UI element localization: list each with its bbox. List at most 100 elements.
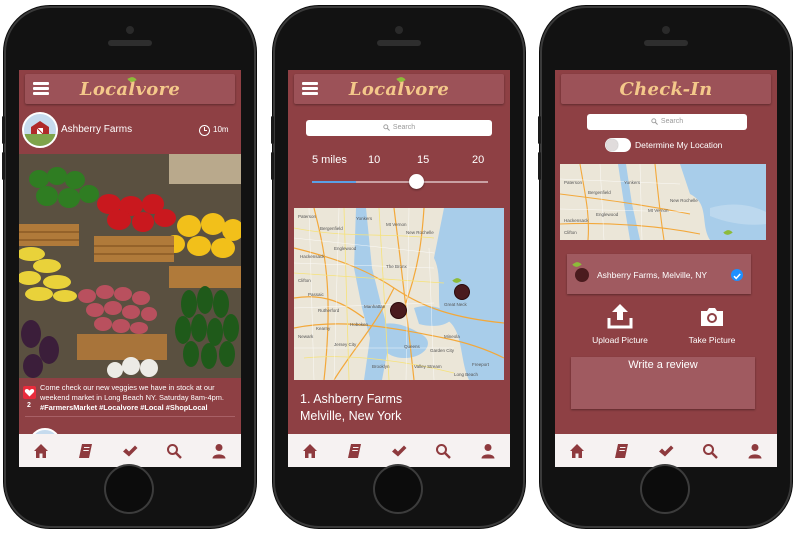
distance-label: 5 miles xyxy=(312,154,347,166)
tab-search[interactable] xyxy=(699,440,721,462)
map-label: Garden City xyxy=(430,348,455,353)
phone-checkin: Check-In Search Determine My Location Yo… xyxy=(538,6,792,528)
search-icon xyxy=(167,443,183,459)
checkin-map[interactable]: Yonkers New Rochelle Hackensack Paterson… xyxy=(560,164,766,240)
map-label: Yonkers xyxy=(624,180,641,185)
tab-checkin[interactable] xyxy=(655,440,677,462)
slider-tick-20: 20 xyxy=(472,154,485,166)
map-screen: Localvore Search 5 miles 10 15 20 Yonker… xyxy=(288,70,510,467)
slider-thumb[interactable] xyxy=(408,174,424,189)
home-button[interactable] xyxy=(106,466,152,512)
book-icon xyxy=(347,443,361,458)
home-button[interactable] xyxy=(375,466,421,512)
tab-profile[interactable] xyxy=(744,440,766,462)
map-label: Hoboken xyxy=(350,322,369,327)
check-icon xyxy=(733,273,741,280)
map-label: Passaic xyxy=(308,292,325,297)
toggle-knob xyxy=(606,139,618,151)
check-icon xyxy=(391,445,407,456)
distance-slider[interactable] xyxy=(312,174,488,190)
slider-tick-15: 15 xyxy=(417,154,430,166)
map-label: Yonkers xyxy=(356,216,373,221)
feed-screen: Localvore Ashberry Farms 10m 2 Come chec… xyxy=(19,70,241,467)
selected-location-name: Ashberry Farms, Melville, NY xyxy=(597,270,708,280)
volume-button xyxy=(538,152,541,180)
results-map[interactable]: Yonkers New Rochelle Mt Vernon Bergenfie… xyxy=(294,208,504,380)
checkmark-badge[interactable] xyxy=(731,269,743,281)
map-label: Englewood xyxy=(334,246,357,251)
avatar[interactable] xyxy=(22,112,58,148)
tab-home[interactable] xyxy=(299,440,321,462)
map-label: Mineola xyxy=(444,334,460,339)
checkin-screen: Check-In Search Determine My Location Yo… xyxy=(555,70,777,467)
volume-button xyxy=(538,116,541,144)
time-ago: 10m xyxy=(213,125,229,134)
search-input[interactable]: Search xyxy=(306,120,492,136)
tab-search[interactable] xyxy=(432,440,454,462)
tab-book[interactable] xyxy=(344,440,366,462)
upload-icon xyxy=(607,304,633,329)
tab-bar xyxy=(19,434,241,467)
tab-book[interactable] xyxy=(75,440,97,462)
tab-search[interactable] xyxy=(163,440,185,462)
map-label: Valley Stream xyxy=(414,364,442,369)
hashtags[interactable]: #FarmersMarket #Localvore #Local #ShopLo… xyxy=(40,403,208,412)
map-label: Brooklyn xyxy=(372,364,390,369)
like-button[interactable] xyxy=(23,386,36,399)
magnifier-icon xyxy=(383,124,390,131)
map-label: The Bronx xyxy=(386,264,408,269)
user-icon xyxy=(212,443,226,458)
phone-map: Localvore Search 5 miles 10 15 20 Yonker… xyxy=(271,6,525,528)
map-label: Clifton xyxy=(564,230,577,235)
tab-home[interactable] xyxy=(566,440,588,462)
map-label: Englewood xyxy=(596,212,619,217)
home-icon xyxy=(34,443,49,458)
map-label: Manhattan xyxy=(364,304,386,309)
app-header: Localvore xyxy=(25,74,235,104)
map-pin[interactable] xyxy=(390,302,407,319)
check-icon xyxy=(122,445,138,456)
front-camera xyxy=(662,26,670,34)
volume-button xyxy=(271,116,274,144)
search-input[interactable]: Search xyxy=(587,114,747,130)
post-photo[interactable] xyxy=(19,154,241,378)
review-placeholder: Write a review xyxy=(628,359,698,371)
home-button[interactable] xyxy=(642,466,688,512)
slider-fill xyxy=(312,181,356,183)
tab-profile[interactable] xyxy=(208,440,230,462)
slider-tick-10: 10 xyxy=(368,154,381,166)
app-header: Check-In xyxy=(561,74,771,104)
map-label: Jersey City xyxy=(334,342,357,347)
map-label: New Rochelle xyxy=(670,198,698,203)
location-pin xyxy=(575,268,589,282)
search-placeholder: Search xyxy=(660,118,684,125)
camera-icon xyxy=(701,308,723,326)
tab-home[interactable] xyxy=(30,440,52,462)
upload-picture-label: Upload Picture xyxy=(592,335,648,345)
book-icon xyxy=(614,443,628,458)
tab-checkin[interactable] xyxy=(388,440,410,462)
map-label: Long Beach xyxy=(454,372,479,377)
tab-bar xyxy=(288,434,510,467)
selected-location-row[interactable]: Ashberry Farms, Melville, NY xyxy=(567,254,751,294)
map-label: Rutherford xyxy=(318,308,340,313)
location-toggle[interactable] xyxy=(605,138,631,152)
review-textarea[interactable]: Write a review xyxy=(571,357,755,409)
map-label: Bergenfield xyxy=(588,190,611,195)
map-label: Freeport xyxy=(472,362,490,367)
upload-picture-button[interactable]: Upload Picture xyxy=(585,302,655,348)
map-label: Hackensack xyxy=(300,254,325,259)
result-title[interactable]: 1. Ashberry Farms xyxy=(300,392,402,406)
volume-button xyxy=(2,152,5,180)
take-picture-button[interactable]: Take Picture xyxy=(677,302,747,348)
user-icon xyxy=(481,443,495,458)
farm-name[interactable]: Ashberry Farms xyxy=(61,124,132,135)
tab-bar xyxy=(555,434,777,467)
tab-checkin[interactable] xyxy=(119,440,141,462)
tab-book[interactable] xyxy=(611,440,633,462)
search-icon xyxy=(703,443,719,459)
map-label: Clifton xyxy=(298,278,311,283)
tab-profile[interactable] xyxy=(477,440,499,462)
screen-title: Check-In xyxy=(619,79,713,100)
map-pin[interactable] xyxy=(454,284,470,300)
